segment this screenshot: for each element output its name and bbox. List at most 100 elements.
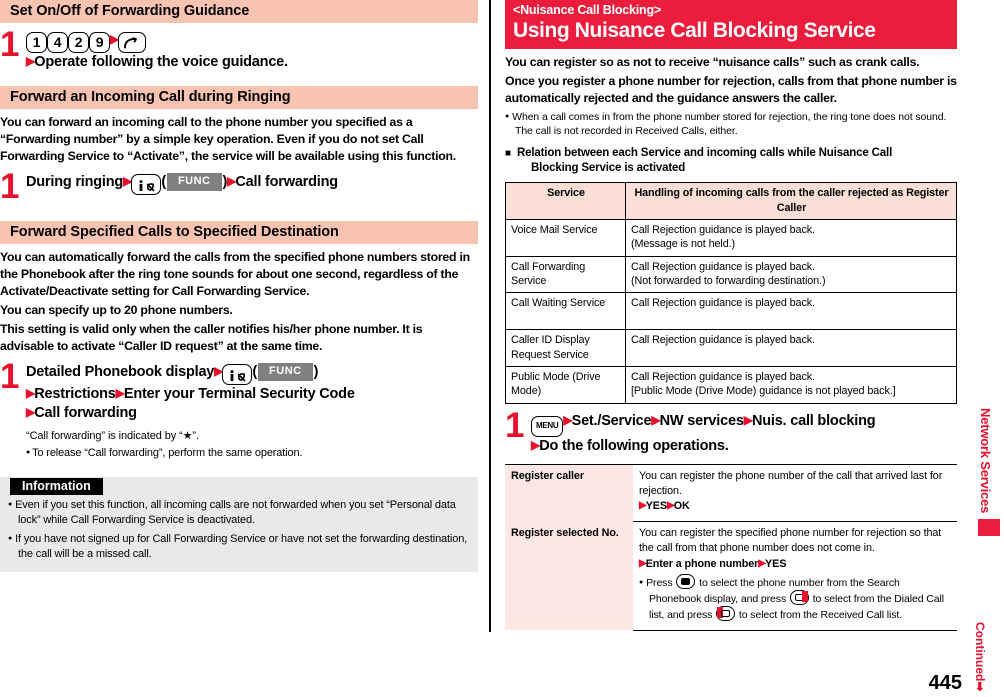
step-text-during-ringing: During ringing bbox=[26, 174, 124, 191]
table-row: Call Forwarding Service Call Rejection g… bbox=[505, 255, 957, 294]
section-heading-forwarding-guidance: Set On/Off of Forwarding Guidance bbox=[0, 0, 478, 24]
table-header-row: Service Handling of incoming calls from … bbox=[505, 182, 957, 220]
section3-note-1: “Call forwarding” is indicated by “★”. bbox=[26, 430, 199, 443]
step-text-set-service: Set./Service bbox=[571, 412, 652, 429]
keypad-key-2[interactable]: 2 bbox=[68, 32, 89, 54]
table-row: Register caller You can register the pho… bbox=[505, 463, 957, 523]
handling-line: Call Rejection guidance is played back. bbox=[631, 370, 815, 383]
arrow-icon: ▶ bbox=[639, 558, 647, 570]
cell-option-desc: You can register the specified phone num… bbox=[633, 521, 957, 631]
cell-handling: Call Rejection guidance is played back. bbox=[625, 292, 957, 331]
arrow-icon: ▶ bbox=[26, 54, 35, 69]
menu-key-icon[interactable]: MENU bbox=[531, 415, 564, 437]
page-number: 445 bbox=[928, 672, 962, 694]
section3-note-2: To release “Call forwarding”, perform th… bbox=[26, 446, 478, 461]
extra-text-1: Press bbox=[646, 577, 676, 590]
side-tab-label: Network Services bbox=[978, 408, 993, 514]
column-header-handling: Handling of incoming calls from the call… bbox=[625, 182, 957, 220]
keypad-key-1[interactable]: 1 bbox=[26, 32, 47, 54]
continued-indicator: Continued➡ bbox=[973, 622, 987, 691]
call-key-icon[interactable] bbox=[118, 32, 147, 54]
arrow-icon: ▶ bbox=[667, 500, 675, 512]
subsection-heading-line2: Blocking Service is activated bbox=[531, 162, 686, 175]
op-enter-phone-number[interactable]: Enter a phone number bbox=[646, 558, 759, 570]
step-nuisance-call-blocking: 1 MENU ▶Set./Service▶NW services▶Nuis. ca… bbox=[505, 408, 957, 456]
subsection-heading-line1: Relation between each Service and incomi… bbox=[516, 147, 893, 160]
left-navigation-key-icon[interactable] bbox=[716, 606, 736, 622]
i-alpha-key-icon[interactable] bbox=[131, 174, 162, 196]
step-text-nuis-call-blocking: Nuis. call blocking bbox=[751, 412, 876, 429]
arrow-icon: ▶ bbox=[123, 174, 132, 189]
side-tab-network-services: Network Services bbox=[978, 408, 1000, 537]
cell-handling: Call Rejection guidance is played back. … bbox=[625, 218, 957, 257]
cell-service: Call Forwarding Service bbox=[505, 255, 626, 294]
manual-page: Set On/Off of Forwarding Guidance 1 1429… bbox=[0, 0, 1004, 697]
column-header-service: Service bbox=[505, 182, 626, 220]
arrow-icon: ▶ bbox=[26, 405, 35, 420]
paren-open: ( bbox=[252, 364, 258, 381]
service-handling-table: Service Handling of incoming calls from … bbox=[505, 182, 957, 404]
op-ok[interactable]: OK bbox=[674, 500, 690, 512]
step-instruction-line: ▶Operate following the voice guidance. bbox=[26, 53, 478, 72]
subsection-heading-relation: Relation between each Service and incomi… bbox=[505, 146, 957, 176]
step-text-following-ops: Do the following operations. bbox=[539, 437, 729, 454]
step-text-nw-services: NW services bbox=[659, 412, 744, 429]
arrow-icon: ▶ bbox=[563, 412, 572, 427]
step-text-phonebook-display: Detailed Phonebook display bbox=[26, 364, 215, 381]
handling-spacer bbox=[631, 348, 952, 362]
step-number: 1 bbox=[0, 167, 20, 207]
cell-handling: Call Rejection guidance is played back. … bbox=[625, 255, 957, 294]
handling-line: [Public Mode (Drive Mode) guidance is no… bbox=[631, 385, 896, 398]
arrow-icon: ▶ bbox=[214, 364, 223, 379]
handling-line: Call Rejection guidance is played back. bbox=[631, 297, 815, 310]
side-tab-marker bbox=[978, 519, 1000, 537]
section3-body-2: You can specify up to 20 phone numbers. bbox=[0, 303, 233, 318]
handling-spacer bbox=[631, 311, 952, 325]
right-body-1: You can register so as not to receive “n… bbox=[505, 55, 920, 70]
information-item: Even if you set this function, all incom… bbox=[8, 498, 470, 528]
arrow-icon: ▶ bbox=[115, 386, 125, 401]
option-operations: ▶Enter a phone number▶YES bbox=[639, 557, 952, 572]
handling-line: (Message is not held.) bbox=[631, 238, 736, 251]
step-instruction-line-1: MENU ▶Set./Service▶NW services▶Nuis. call… bbox=[531, 412, 957, 437]
column-divider bbox=[489, 0, 491, 632]
cell-service: Public Mode (Drive Mode) bbox=[505, 365, 626, 404]
handling-line: Call Rejection guidance is played back. bbox=[631, 260, 815, 273]
step-text-call-forwarding: Call forwarding bbox=[34, 405, 137, 422]
func-softkey-label[interactable]: FUNC bbox=[166, 173, 222, 191]
information-item: If you have not signed up for Call Forwa… bbox=[8, 532, 470, 562]
step-forward-specified-calls: 1 Detailed Phonebook display▶(FUNC) ▶Res… bbox=[0, 359, 478, 461]
keypad-key-9[interactable]: 9 bbox=[89, 32, 110, 54]
arrow-icon: ▶ bbox=[651, 412, 660, 427]
op-yes[interactable]: YES bbox=[646, 500, 667, 512]
up-navigation-key-icon[interactable] bbox=[676, 574, 696, 590]
cell-option-desc: You can register the phone number of the… bbox=[633, 463, 957, 523]
arrow-icon: ▶ bbox=[743, 412, 753, 427]
section3-body-1: You can automatically forward the calls … bbox=[0, 250, 470, 299]
option-operations: ▶YES▶OK bbox=[639, 499, 952, 514]
right-navigation-key-icon[interactable] bbox=[789, 590, 809, 606]
op-yes[interactable]: YES bbox=[765, 558, 786, 570]
step-instruction-line-2: ▶Do the following operations. bbox=[531, 437, 957, 456]
keypad-key-4[interactable]: 4 bbox=[47, 32, 68, 54]
i-alpha-key-icon[interactable] bbox=[222, 364, 253, 386]
arrow-icon: ▶ bbox=[758, 558, 766, 570]
step-number: 1 bbox=[0, 25, 20, 65]
option-description: You can register the phone number of the… bbox=[639, 469, 943, 497]
handling-line: (Not forwarded to forwarding destination… bbox=[631, 275, 826, 288]
step-text-security-code: Enter your Terminal Security Code bbox=[123, 386, 355, 403]
step-text: Operate following the voice guidance. bbox=[34, 54, 288, 71]
func-softkey-label[interactable]: FUNC bbox=[258, 363, 313, 381]
left-column: Set On/Off of Forwarding Guidance 1 1429… bbox=[0, 0, 478, 572]
information-box: Information Even if you set this functio… bbox=[0, 477, 478, 572]
step-text-restrictions: Restrictions bbox=[34, 386, 116, 403]
cell-option-key: Register selected No. bbox=[505, 521, 633, 631]
table-row: Public Mode (Drive Mode) Call Rejection … bbox=[505, 365, 957, 404]
banner-title: Using Nuisance Call Blocking Service bbox=[513, 19, 876, 42]
cell-handling: Call Rejection guidance is played back. bbox=[625, 329, 957, 367]
extra-text-4: to select from the Received Call list. bbox=[736, 609, 903, 622]
paren-close: ) bbox=[313, 364, 319, 381]
arrow-icon: ▶ bbox=[110, 32, 119, 47]
information-label: Information bbox=[10, 478, 103, 496]
section2-body: You can forward an incoming call to the … bbox=[0, 115, 456, 164]
